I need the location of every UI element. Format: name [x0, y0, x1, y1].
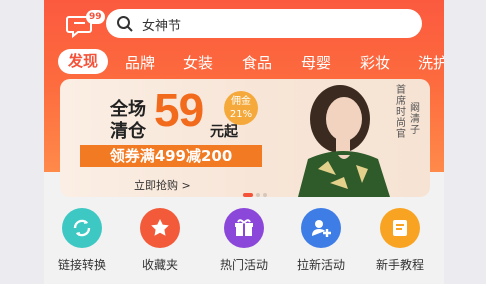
- shortcut-favorites[interactable]: 收藏夹: [122, 208, 198, 273]
- app-screen: 99 女神节 发现 品牌 女装 食品 母婴 彩妆 洗护 全场 清仓 59 元起 …: [44, 0, 444, 284]
- tab-makeup[interactable]: 彩妆: [360, 52, 390, 73]
- tab-discover[interactable]: 发现: [58, 49, 109, 74]
- shortcut-link-convert[interactable]: 链接转换: [44, 208, 120, 273]
- shortcut-label: 拉新活动: [296, 258, 345, 272]
- shortcut-label: 收藏夹: [141, 258, 178, 272]
- banner-unit: 元起: [210, 124, 238, 140]
- tab-mother-baby[interactable]: 母婴: [301, 52, 331, 73]
- search-bar[interactable]: 女神节: [106, 9, 422, 38]
- carousel-indicator: [243, 182, 270, 197]
- shortcut-grid: 链接转换 收藏夹 热门活动 拉新活动 新手教程: [44, 204, 444, 284]
- tab-care[interactable]: 洗护: [418, 52, 444, 73]
- promo-banner[interactable]: 全场 清仓 59 元起 佣金 21% 领券满499减200 立即抢购 > 首席时…: [60, 79, 430, 197]
- message-badge: 99: [86, 10, 105, 24]
- gift-icon: [224, 208, 264, 248]
- carousel-dot: [256, 193, 260, 197]
- category-tabs: 发现 品牌 女装 食品 母婴 彩妆 洗护: [44, 46, 444, 76]
- commission-badge: 佣金 21%: [224, 91, 258, 125]
- tab-womens-clothing[interactable]: 女装: [183, 52, 213, 73]
- shortcut-label: 热门活动: [219, 258, 268, 272]
- shortcut-hot-events[interactable]: 热门活动: [206, 208, 282, 273]
- tab-food[interactable]: 食品: [242, 52, 272, 73]
- search-placeholder: 女神节: [142, 19, 182, 34]
- banner-side-text-2: 阚清子: [410, 103, 420, 136]
- carousel-dot: [263, 193, 267, 197]
- model-image: [298, 85, 390, 197]
- banner-side-text-1: 首席时尚官: [396, 85, 406, 140]
- star-icon: [140, 208, 180, 248]
- shortcut-tutorial[interactable]: 新手教程: [362, 208, 438, 273]
- book-icon: [380, 208, 420, 248]
- search-icon: [117, 16, 133, 32]
- link-convert-icon: [62, 208, 102, 248]
- carousel-dot-active: [243, 193, 253, 197]
- add-user-icon: [301, 208, 341, 248]
- buy-now-link[interactable]: 立即抢购 >: [134, 177, 191, 193]
- banner-price: 59: [154, 84, 204, 136]
- shortcut-invite[interactable]: 拉新活动: [283, 208, 359, 273]
- banner-line2: 清仓: [110, 121, 146, 142]
- tab-brand[interactable]: 品牌: [125, 52, 155, 73]
- coupon-strip: 领券满499减200: [80, 145, 262, 167]
- shortcut-label: 新手教程: [375, 258, 424, 272]
- shortcut-label: 链接转换: [57, 258, 106, 272]
